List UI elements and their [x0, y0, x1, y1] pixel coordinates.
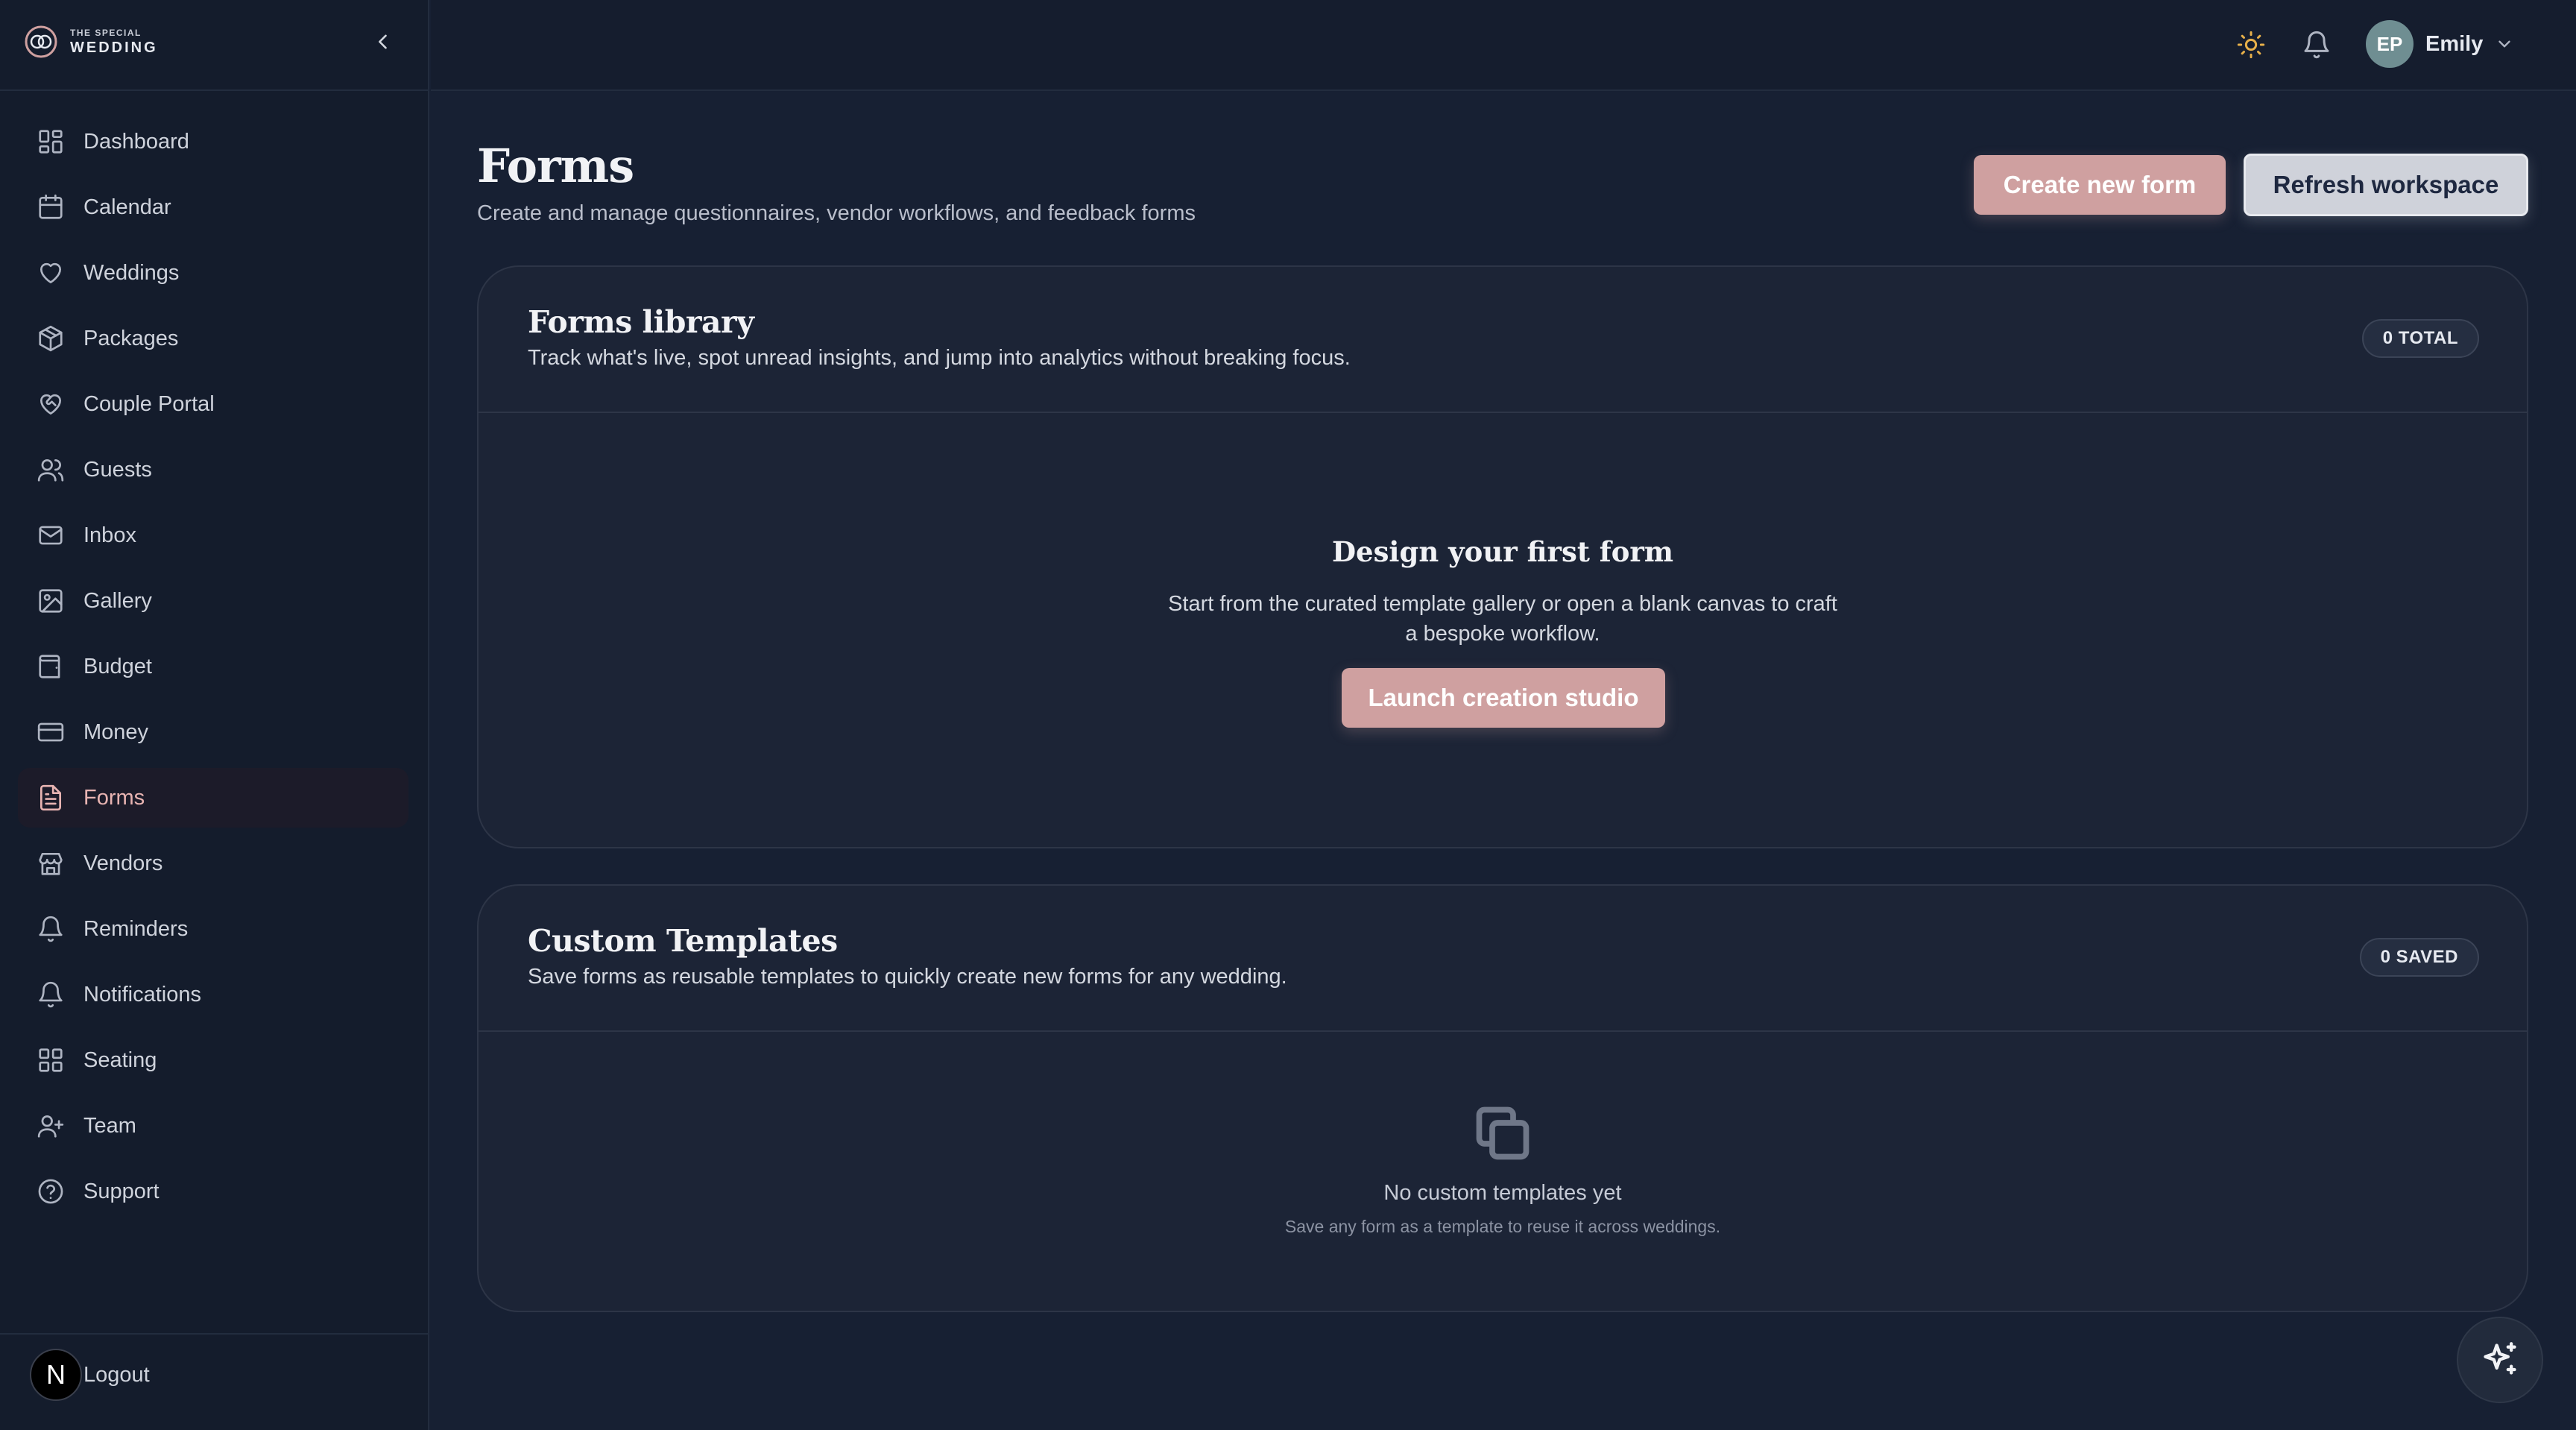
card-description: Save forms as reusable templates to quic…	[528, 965, 1287, 989]
sidebar-item-label: Seating	[83, 1048, 157, 1072]
forms-library-card: Forms library Track what's live, spot un…	[477, 265, 2528, 848]
brand-small-text: THE SPECIAL	[70, 28, 142, 38]
image-icon	[36, 586, 66, 616]
sidebar-item-gallery[interactable]: Gallery	[18, 571, 408, 631]
page-subtitle: Create and manage questionnaires, vendor…	[477, 201, 1196, 225]
store-icon	[36, 848, 66, 878]
grid-icon	[36, 1045, 66, 1075]
sidebar-item-dashboard[interactable]: Dashboard	[18, 112, 408, 171]
sidebar-item-label: Guests	[83, 457, 152, 482]
users-icon	[36, 455, 66, 485]
logout-button[interactable]: N Logout	[30, 1348, 150, 1402]
sidebar-item-forms[interactable]: Forms	[18, 768, 408, 828]
sidebar-item-label: Inbox	[83, 523, 136, 547]
logout-label: Logout	[83, 1362, 150, 1387]
saved-count-badge: 0 SAVED	[2359, 938, 2479, 977]
sidebar-item-label: Support	[83, 1179, 160, 1203]
bell-icon	[36, 914, 66, 944]
sidebar: THE SPECIAL WEDDING Dashboard Calendar W…	[0, 0, 429, 1430]
sidebar-item-budget[interactable]: Budget	[18, 637, 408, 696]
card-header: Forms library Track what's live, spot un…	[479, 267, 2527, 413]
package-icon	[36, 324, 66, 353]
sidebar-item-label: Vendors	[83, 851, 163, 875]
heart-icon	[36, 258, 66, 288]
app-badge: N	[30, 1349, 82, 1401]
sidebar-item-label: Notifications	[83, 982, 201, 1007]
sidebar-item-reminders[interactable]: Reminders	[18, 899, 408, 959]
templates-empty-text: Save any form as a template to reuse it …	[1284, 1217, 1721, 1236]
card-description: Track what's live, spot unread insights,…	[528, 346, 1351, 370]
sidebar-divider	[0, 89, 429, 91]
sidebar-item-label: Dashboard	[83, 129, 189, 154]
user-name: Emily	[2425, 31, 2484, 56]
user-menu[interactable]: EP Emily	[2366, 19, 2514, 69]
sidebar-item-label: Budget	[83, 654, 152, 678]
custom-templates-card: Custom Templates Save forms as reusable …	[477, 884, 2528, 1312]
sidebar-item-money[interactable]: Money	[18, 702, 408, 762]
sidebar-divider	[0, 1333, 429, 1335]
bell-icon	[36, 980, 66, 1009]
chevron-down-icon	[2498, 40, 2511, 48]
create-new-form-button[interactable]: Create new form	[1974, 155, 2226, 215]
total-count-badge: 0 TOTAL	[2361, 319, 2479, 358]
sidebar-item-label: Weddings	[83, 260, 180, 285]
sidebar-item-calendar[interactable]: Calendar	[18, 177, 408, 237]
brand-name: WEDDING	[70, 40, 158, 56]
user-plus-icon	[36, 1111, 66, 1141]
bell-icon	[2304, 31, 2329, 59]
launch-creation-studio-button[interactable]: Launch creation studio	[1342, 668, 1665, 728]
avatar: EP	[2366, 20, 2414, 68]
sidebar-nav: Dashboard Calendar Weddings Packages Cou…	[18, 112, 408, 1227]
sparkles-icon	[2484, 1342, 2516, 1375]
dashboard-icon	[36, 127, 66, 157]
card-header: Custom Templates Save forms as reusable …	[479, 886, 2527, 1032]
top-bar: EP Emily	[431, 0, 2576, 91]
sidebar-item-label: Team	[83, 1113, 136, 1138]
calendar-icon	[36, 192, 66, 222]
card-title: Forms library	[528, 304, 754, 340]
sidebar-item-label: Reminders	[83, 916, 189, 941]
sidebar-item-label: Couple Portal	[83, 391, 215, 416]
sidebar-item-label: Calendar	[83, 195, 171, 219]
sidebar-item-notifications[interactable]: Notifications	[18, 965, 408, 1024]
empty-state-text: Start from the curated template gallery …	[1168, 592, 1837, 646]
heart-handshake-icon	[36, 389, 66, 419]
refresh-workspace-button[interactable]: Refresh workspace	[2244, 154, 2528, 216]
sidebar-item-guests[interactable]: Guests	[18, 440, 408, 500]
help-circle-icon	[36, 1177, 66, 1206]
sun-icon	[2237, 31, 2265, 59]
brand-logo[interactable]: THE SPECIAL WEDDING	[22, 22, 158, 61]
sidebar-item-label: Gallery	[83, 588, 152, 613]
theme-toggle-button[interactable]	[2233, 27, 2269, 63]
sidebar-item-label: Forms	[83, 785, 145, 810]
collapse-sidebar-button[interactable]	[368, 25, 398, 58]
card-title: Custom Templates	[528, 923, 838, 959]
empty-state-title: Design your first form	[1331, 535, 1674, 568]
page-title: Forms	[477, 139, 634, 193]
ai-assistant-button[interactable]	[2457, 1317, 2543, 1403]
sidebar-item-weddings[interactable]: Weddings	[18, 243, 408, 303]
wedding-rings-icon	[25, 25, 57, 58]
mail-icon	[36, 520, 66, 550]
sidebar-item-seating[interactable]: Seating	[18, 1030, 408, 1090]
wallet-icon	[36, 652, 66, 681]
sidebar-item-packages[interactable]: Packages	[18, 309, 408, 368]
sidebar-item-inbox[interactable]: Inbox	[18, 505, 408, 565]
sidebar-item-label: Packages	[83, 326, 179, 350]
sidebar-item-couple-portal[interactable]: Couple Portal	[18, 374, 408, 434]
copy-icon	[1471, 1102, 1534, 1165]
sidebar-item-support[interactable]: Support	[18, 1162, 408, 1221]
notifications-button[interactable]	[2299, 27, 2334, 63]
chevron-left-icon	[379, 34, 387, 49]
credit-card-icon	[36, 717, 66, 747]
sidebar-item-label: Money	[83, 719, 149, 744]
file-text-icon	[36, 783, 66, 813]
sidebar-item-team[interactable]: Team	[18, 1096, 408, 1156]
templates-empty-title: No custom templates yet	[1383, 1181, 1622, 1205]
sidebar-item-vendors[interactable]: Vendors	[18, 834, 408, 893]
